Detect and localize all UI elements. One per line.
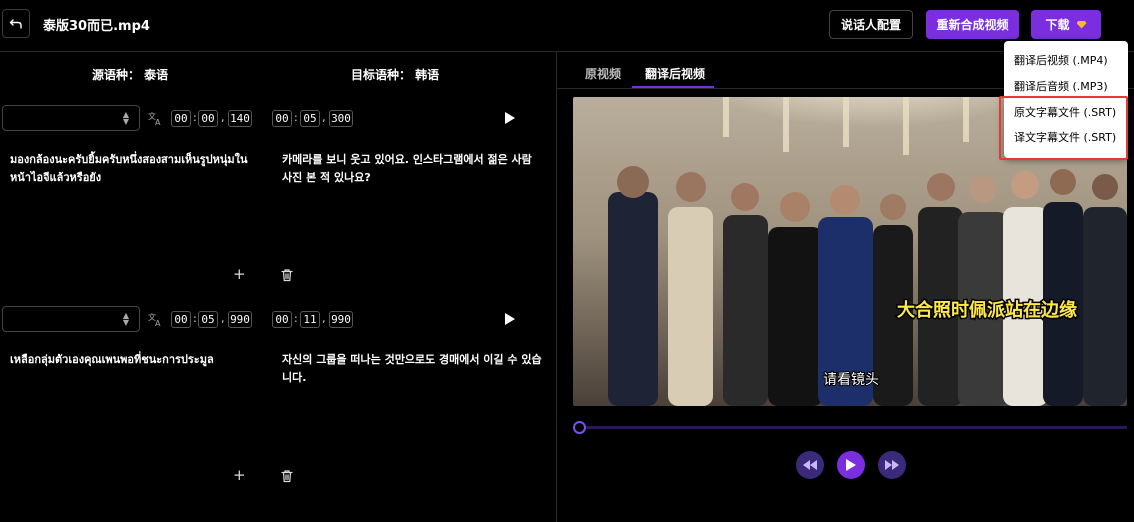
speaker-config-button[interactable]: 说话人配置 [829,10,913,39]
panel-divider [556,52,557,522]
ms-separator: , [322,312,326,325]
highlight-box [999,96,1128,160]
back-arrow-icon [9,18,22,29]
end-ms-field[interactable]: 990 [329,311,353,328]
start-ms-field[interactable]: 140 [228,110,252,127]
start-hours-field[interactable]: 00 [171,311,191,328]
play-segment-icon[interactable] [505,112,515,124]
play-segment-icon[interactable] [505,313,515,325]
source-text[interactable]: มองกล้องนะครับยิ้มครับหนึ่งสองสามเห็นรูป… [10,151,260,187]
time-separator: : [193,312,197,325]
download-label: 下载 [1045,18,1070,32]
start-minutes-field[interactable]: 05 [198,311,218,328]
speaker-config-label: 说话人配置 [840,18,901,32]
svg-text:A: A [155,319,161,327]
file-name: 泰版30而已.mp4 [43,19,150,34]
time-separator: : [193,111,197,124]
diamond-icon [1076,20,1087,29]
video-caption-yellow: 大合照时佩派站在边缘 [897,299,1077,321]
rewind-icon [803,460,817,470]
speaker-select[interactable]: ▲ ▼ [2,105,140,131]
ms-separator: , [221,312,225,325]
end-minutes-field[interactable]: 11 [300,311,320,328]
start-hours-field[interactable]: 00 [171,110,191,127]
add-segment-icon[interactable]: + [233,466,246,484]
end-minutes-field[interactable]: 05 [300,110,320,127]
resynthesize-button[interactable]: 重新合成视频 [926,10,1019,39]
add-segment-icon[interactable]: + [233,265,246,283]
svg-text:A: A [155,118,161,126]
progress-bar[interactable] [579,426,1127,429]
start-minutes-field[interactable]: 00 [198,110,218,127]
trash-icon[interactable] [280,268,294,282]
fast-forward-icon [885,460,899,470]
video-caption-white: 请看镜头 [823,372,879,388]
resynthesize-label: 重新合成视频 [936,18,1009,32]
rewind-button[interactable] [796,451,824,479]
start-ms-field[interactable]: 990 [228,311,252,328]
time-separator: : [294,111,298,124]
menu-item-translated-audio[interactable]: 翻译后音频 (.MP3) [1014,78,1108,94]
end-hours-field[interactable]: 00 [272,311,292,328]
trash-icon[interactable] [280,469,294,483]
source-text[interactable]: เหลือกลุ่มตัวเองคุณเพนพอที่ชนะการประมูล [10,351,260,369]
play-button[interactable] [837,451,865,479]
select-caret-icon: ▲ ▼ [122,311,129,327]
translate-icon[interactable]: 文 A [148,311,164,327]
tab-translated-video[interactable]: 翻译后视频 [645,65,705,82]
play-icon [846,459,856,471]
active-tab-indicator [632,86,714,88]
select-caret-icon: ▲ ▼ [122,110,129,126]
source-language-label: 源语种： 泰语 [92,68,169,82]
ms-separator: , [322,111,326,124]
end-ms-field[interactable]: 300 [329,110,353,127]
tab-original-video[interactable]: 原视频 [585,65,621,82]
speaker-select[interactable]: ▲ ▼ [2,306,140,332]
fast-forward-button[interactable] [878,451,906,479]
back-button[interactable] [2,9,30,38]
target-text[interactable]: 자신의 그룹을 떠나는 것만으로도 경매에서 이길 수 있습니다. [282,351,544,387]
end-hours-field[interactable]: 00 [272,110,292,127]
target-text[interactable]: 카메라를 보니 웃고 있어요. 인스타그램에서 젊은 사람 사진 본 적 있나요… [282,151,544,187]
top-bar: 泰版30而已.mp4 说话人配置 重新合成视频 下载 [0,0,1134,52]
target-language-label: 目标语种： 韩语 [351,68,440,82]
translate-icon[interactable]: 文 A [148,110,164,126]
menu-item-translated-video[interactable]: 翻译后视频 (.MP4) [1014,52,1108,68]
download-button[interactable]: 下载 [1031,10,1101,39]
time-separator: : [294,312,298,325]
progress-handle[interactable] [573,421,586,434]
ms-separator: , [221,111,225,124]
